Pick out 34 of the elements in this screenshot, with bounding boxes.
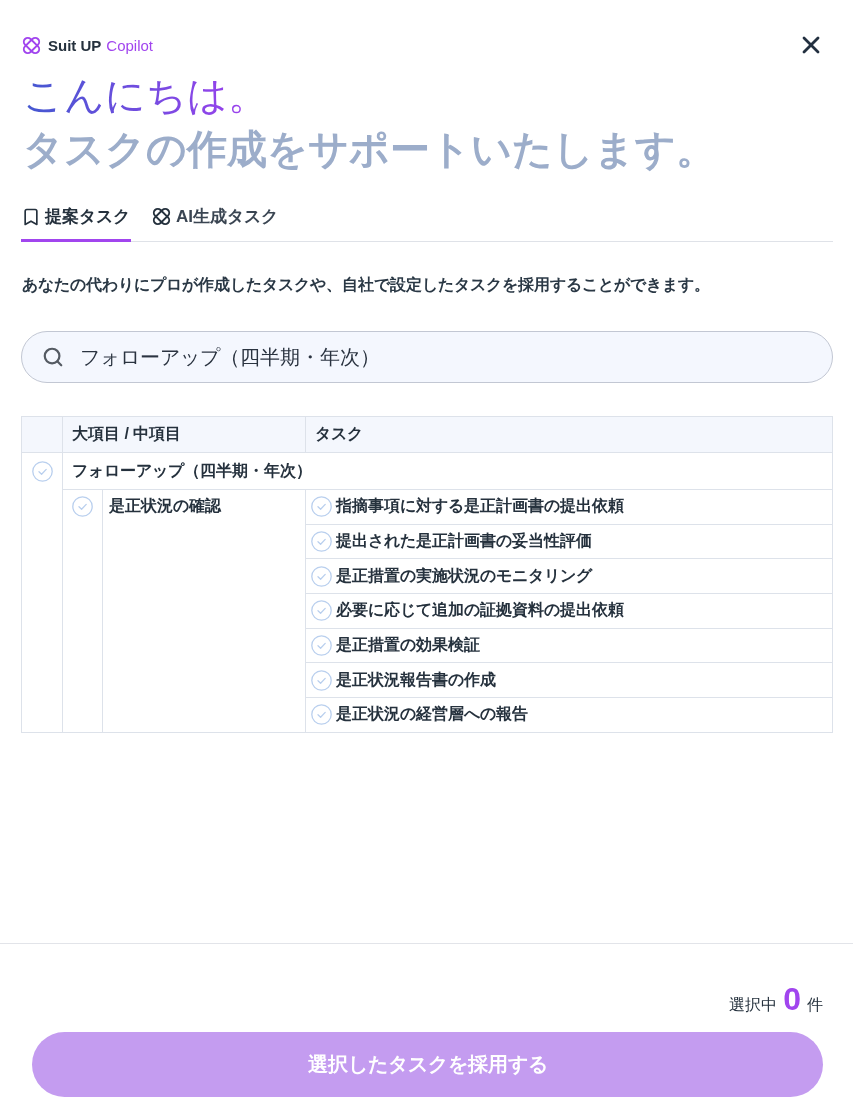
product-name: Copilot xyxy=(106,36,154,54)
task-label: 必要に応じて追加の証拠資料の提出依頼 xyxy=(336,600,624,621)
brand-name: Suit UP xyxy=(48,36,102,54)
task-label: 是正状況報告書の作成 xyxy=(336,669,496,690)
subcategory-label: 是正状況の確認 xyxy=(109,496,221,516)
category-label: フォローアップ（四半期・年次） xyxy=(72,460,312,481)
column-header: タスク xyxy=(306,417,833,453)
column-header: 大項目 / 中項目 xyxy=(63,417,306,453)
tab[interactable]: 提案タスク xyxy=(21,195,131,242)
task-label: 指摘事項に対する是正計画書の提出依頼 xyxy=(336,496,624,517)
check-circle-icon[interactable] xyxy=(72,496,93,517)
check-circle-icon[interactable] xyxy=(311,704,332,726)
bookmark-icon xyxy=(21,206,41,227)
search-icon xyxy=(42,346,64,368)
greeting-subtitle: タスクの作成をサポートいたします。 xyxy=(23,126,716,173)
check-circle-icon[interactable] xyxy=(311,565,332,587)
task-label: 是正措置の実施状況のモニタリング xyxy=(336,565,592,586)
selected-count: 0 xyxy=(783,981,801,1018)
task-label: 提出された是正計画書の妥当性評価 xyxy=(336,531,592,552)
check-circle-icon[interactable] xyxy=(311,531,332,553)
check-circle-icon[interactable] xyxy=(31,461,53,482)
count-unit: 件 xyxy=(807,995,823,1015)
check-circle-icon[interactable] xyxy=(311,600,332,622)
check-circle-icon[interactable] xyxy=(311,496,332,518)
selected-count-label: 選択中 xyxy=(729,995,778,1015)
task-label: 是正状況の経営層への報告 xyxy=(336,704,528,725)
check-circle-icon[interactable] xyxy=(311,635,332,657)
check-circle-icon[interactable] xyxy=(311,669,332,691)
logo-icon xyxy=(21,34,42,56)
logo-icon xyxy=(151,206,172,227)
description-text: あなたの代わりにプロが作成したタスクや、自社で設定したタスクを採用することができます。 xyxy=(22,275,711,296)
tab[interactable]: AI生成タスク xyxy=(151,195,279,242)
search-field[interactable]: フォローアップ（四半期・年次） xyxy=(21,331,833,383)
task-label: 是正措置の効果検証 xyxy=(336,635,480,656)
